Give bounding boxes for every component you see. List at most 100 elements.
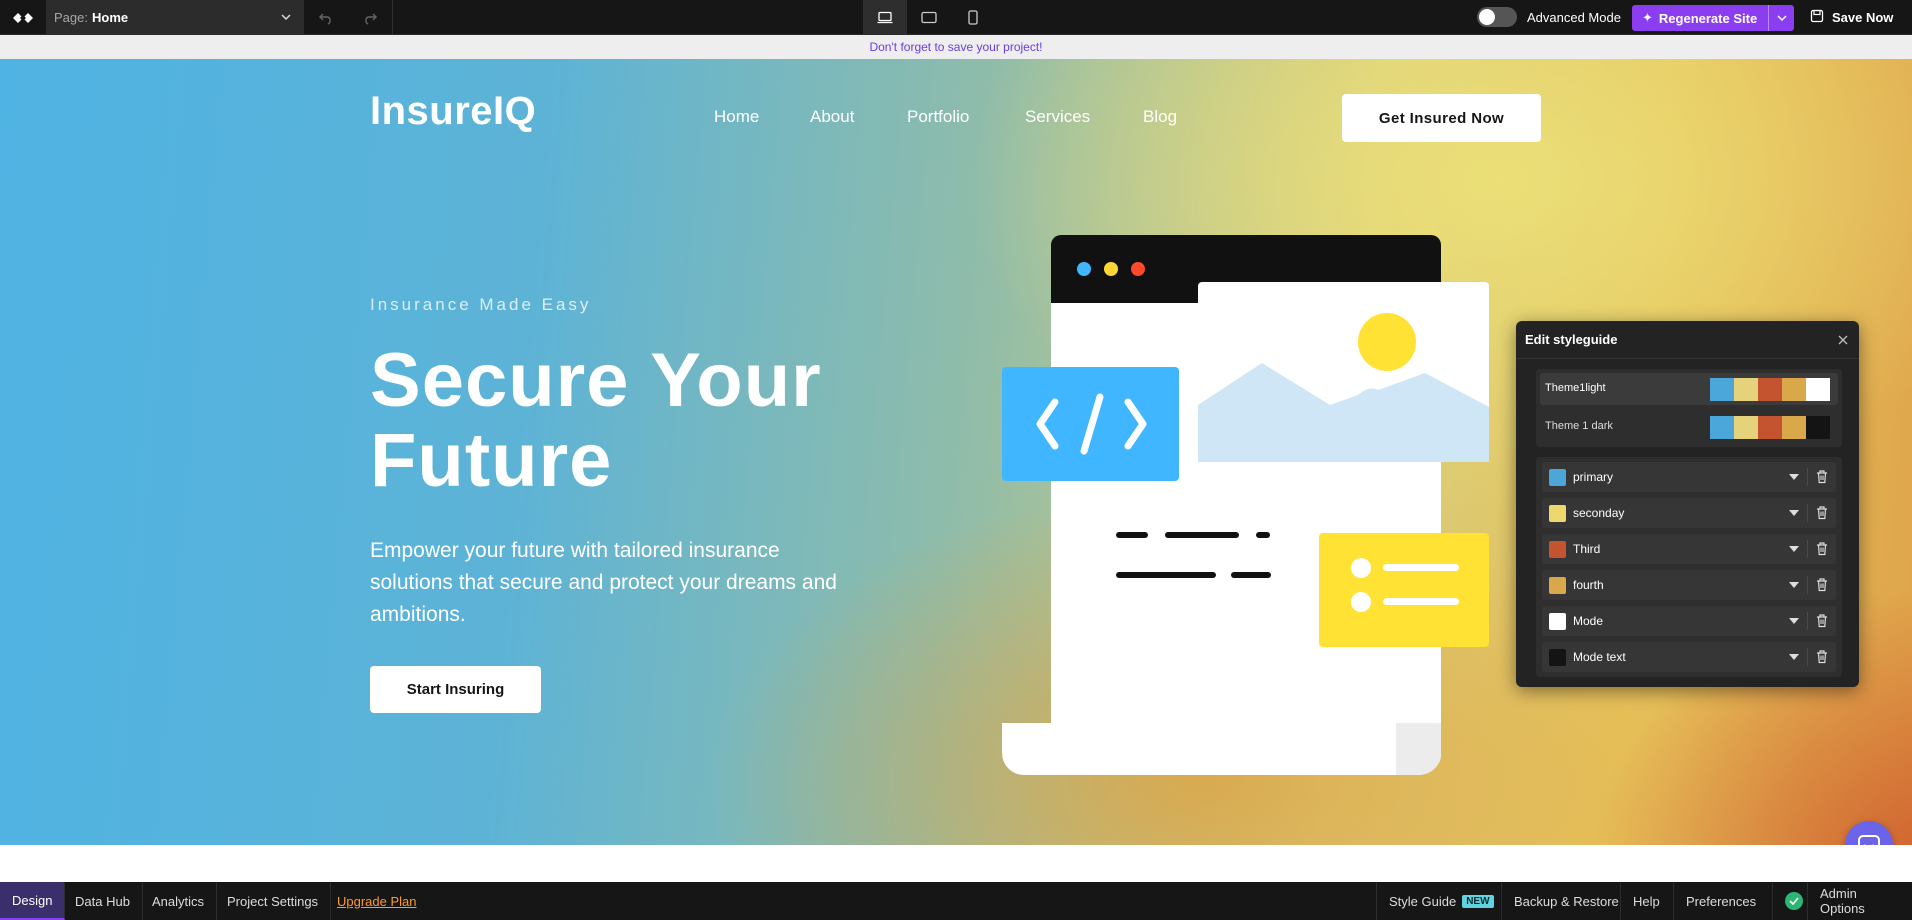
- divider: [1807, 648, 1808, 666]
- trash-icon[interactable]: [1815, 577, 1829, 597]
- chevron-down-icon: [280, 11, 292, 26]
- hero-eyebrow: Insurance Made Easy: [370, 295, 592, 314]
- image-card: [1198, 282, 1489, 462]
- color-row-primary[interactable]: primary: [1542, 462, 1836, 492]
- theme-row-theme-1-dark[interactable]: Theme 1 dark: [1540, 411, 1838, 443]
- text-card: [1084, 499, 1302, 613]
- preferences-button[interactable]: Preferences: [1673, 882, 1768, 920]
- swatch-mode: [1806, 416, 1830, 439]
- hero-headline: Secure Your Future: [370, 341, 930, 501]
- page-selector-label: Page:: [54, 10, 88, 25]
- nav-link-blog[interactable]: Blog: [1143, 107, 1177, 127]
- backup-restore-label: Backup & Restore: [1514, 893, 1619, 909]
- color-name: fourth: [1573, 578, 1604, 592]
- color-swatch[interactable]: [1549, 469, 1566, 486]
- trash-icon[interactable]: [1815, 469, 1829, 489]
- save-now-label: Save Now: [1832, 10, 1894, 25]
- window-dot-blue: [1077, 262, 1091, 276]
- undo-icon[interactable]: [304, 0, 348, 35]
- color-row-mode[interactable]: Mode: [1542, 606, 1836, 636]
- dropdown-caret-icon[interactable]: [1789, 474, 1799, 480]
- get-insured-now-button[interactable]: Get Insured Now: [1342, 94, 1541, 142]
- color-row-third[interactable]: Third: [1542, 534, 1836, 564]
- color-swatch[interactable]: [1549, 613, 1566, 630]
- editor-bottombar: Design Data Hub Analytics Project Settin…: [0, 882, 1912, 920]
- divider: [1807, 504, 1808, 522]
- page-selector-value: Home: [91, 10, 129, 25]
- trash-icon[interactable]: [1815, 541, 1829, 561]
- site-brand-logo[interactable]: InsureIQ: [370, 89, 536, 134]
- color-name: primary: [1573, 470, 1614, 484]
- color-name: Mode: [1573, 614, 1604, 628]
- new-badge: NEW: [1462, 894, 1494, 908]
- dropdown-caret-icon[interactable]: [1789, 654, 1799, 660]
- editor-topbar: Page: Home Advanced Mode ✦ Regenerate Si…: [0, 0, 1912, 35]
- advanced-mode-toggle[interactable]: [1477, 7, 1517, 27]
- regenerate-site-button[interactable]: ✦ Regenerate Site: [1632, 5, 1794, 31]
- dropdown-caret-icon[interactable]: [1789, 546, 1799, 552]
- nav-link-portfolio[interactable]: Portfolio: [907, 107, 969, 127]
- close-icon[interactable]: [1837, 333, 1849, 351]
- nav-link-about[interactable]: About: [810, 107, 854, 127]
- color-swatch[interactable]: [1549, 505, 1566, 522]
- support-chat-icon[interactable]: [1845, 821, 1893, 845]
- tablet-view-icon[interactable]: [907, 0, 951, 35]
- preferences-label: Preferences: [1686, 893, 1757, 909]
- upgrade-plan-link[interactable]: Upgrade Plan: [325, 882, 429, 920]
- color-swatch[interactable]: [1549, 541, 1566, 558]
- start-insuring-button[interactable]: Start Insuring: [370, 666, 541, 713]
- hero-section[interactable]: InsureIQ Home About Portfolio Services B…: [0, 59, 1912, 845]
- styleguide-panel: Edit styleguide Theme1light Theme 1 dark…: [1516, 321, 1859, 687]
- help-button[interactable]: Help: [1620, 882, 1672, 920]
- regenerate-options-chevron-icon[interactable]: [1768, 5, 1794, 31]
- backup-restore-button[interactable]: Backup & Restore: [1501, 882, 1631, 920]
- divider: [1807, 612, 1808, 630]
- color-swatch[interactable]: [1549, 577, 1566, 594]
- page-selector[interactable]: Page: Home: [46, 0, 304, 35]
- help-label: Help: [1633, 893, 1660, 909]
- nav-link-home[interactable]: Home: [714, 107, 759, 127]
- theme-row-theme1light[interactable]: Theme1light: [1540, 373, 1838, 405]
- app-logo-icon[interactable]: [0, 0, 46, 35]
- nav-link-services[interactable]: Services: [1025, 107, 1090, 127]
- dropdown-caret-icon[interactable]: [1789, 618, 1799, 624]
- swatch-mode: [1806, 378, 1830, 401]
- swatch-primary: [1710, 416, 1734, 439]
- desktop-view-icon[interactable]: [863, 0, 907, 35]
- color-row-seconday[interactable]: seconday: [1542, 498, 1836, 528]
- save-reminder-text: Don't forget to save your project!: [869, 40, 1043, 54]
- style-guide-label: Style Guide: [1389, 893, 1457, 909]
- admin-options-label: Admin Options: [1820, 886, 1865, 916]
- color-swatch[interactable]: [1549, 649, 1566, 666]
- tab-project-settings[interactable]: Project Settings: [215, 882, 332, 920]
- hero-headline-line-1: Secure Your: [370, 338, 822, 423]
- admin-options-button[interactable]: Admin Options: [1807, 882, 1912, 920]
- save-now-button[interactable]: Save Now: [1810, 9, 1893, 26]
- save-icon: [1810, 9, 1824, 26]
- swatch-secondary: [1734, 378, 1758, 401]
- color-row-mode-text[interactable]: Mode text: [1542, 642, 1836, 672]
- dropdown-caret-icon[interactable]: [1789, 510, 1799, 516]
- color-name: Third: [1573, 542, 1601, 556]
- divider: [1807, 468, 1808, 486]
- tab-design[interactable]: Design: [0, 882, 66, 920]
- redo-icon[interactable]: [348, 0, 392, 35]
- tab-data-hub[interactable]: Data Hub: [63, 882, 143, 920]
- trash-icon[interactable]: [1815, 649, 1829, 669]
- styleguide-panel-header: Edit styleguide: [1516, 321, 1859, 359]
- hero-headline-line-2: Future: [370, 418, 613, 503]
- color-name: seconday: [1573, 506, 1625, 520]
- regenerate-site-label: Regenerate Site: [1658, 10, 1758, 26]
- mobile-view-icon[interactable]: [951, 0, 995, 35]
- sparkle-icon: ✦: [1642, 10, 1653, 25]
- dropdown-caret-icon[interactable]: [1789, 582, 1799, 588]
- tab-analytics[interactable]: Analytics: [140, 882, 218, 920]
- swatch-fourth: [1782, 416, 1806, 439]
- color-row-fourth[interactable]: fourth: [1542, 570, 1836, 600]
- trash-icon[interactable]: [1815, 613, 1829, 633]
- trash-icon[interactable]: [1815, 505, 1829, 525]
- swatch-secondary: [1734, 416, 1758, 439]
- hero-subtext: Empower your future with tailored insura…: [370, 539, 837, 626]
- theme-swatches: [1710, 416, 1830, 439]
- style-guide-button[interactable]: Style Guide NEW: [1376, 882, 1506, 920]
